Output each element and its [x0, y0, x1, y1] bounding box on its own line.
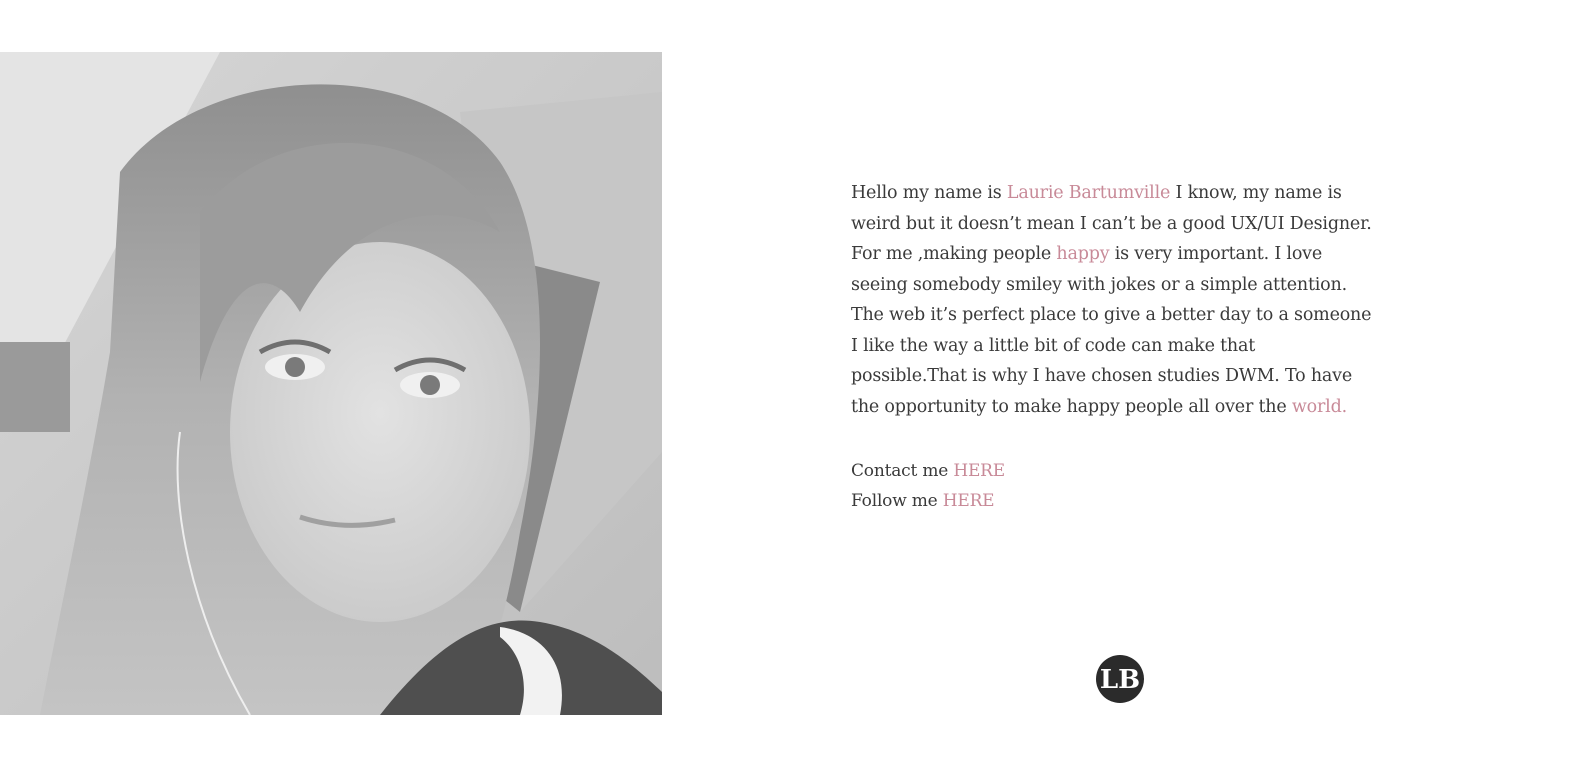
lb-monogram-logo[interactable]: LB [1096, 655, 1144, 703]
bio-line-8: the opportunity to make happy people all… [851, 392, 1386, 423]
bio-text: Hello my name is Laurie Bartumville I kn… [851, 178, 1386, 422]
portrait-photo [0, 52, 662, 715]
author-name: Laurie Bartumville [1006, 183, 1171, 203]
contact-label: Contact me [851, 461, 954, 481]
bio-line-3: For me ,making people happy is very impo… [851, 239, 1386, 270]
bio-line-2: weird but it doesn’t mean I can’t be a g… [851, 213, 1372, 234]
bio-line-5: The web it’s perfect place to give a bet… [851, 305, 1372, 325]
bio-line-4: seeing somebody smiley with jokes or a s… [851, 274, 1347, 295]
logo-text: LB [1100, 665, 1140, 695]
bio-line-3-post: is very important. I love [1109, 244, 1323, 264]
bio-line-3-pre: For me ,making people [851, 244, 1057, 264]
bio-line-8-pre: the opportunity to make happy people all… [851, 396, 1292, 417]
follow-link[interactable]: HERE [943, 491, 995, 511]
bio-line-1-pre: Hello my name is [851, 183, 1007, 203]
follow-row: Follow me HERE [851, 486, 1005, 516]
bio-line-6: I like the way a little bit of code can … [851, 335, 1256, 356]
lb-logo-icon: LB [1096, 655, 1144, 703]
bio-line-1-post: I know, my name is [1170, 183, 1342, 203]
contact-row: Contact me HERE [851, 456, 1005, 486]
contact-links: Contact me HERE Follow me HERE [851, 456, 1005, 516]
contact-link[interactable]: HERE [953, 461, 1005, 481]
bio-paragraph: Hello my name is Laurie Bartumville I kn… [851, 178, 1386, 422]
world-highlight: world. [1291, 396, 1347, 417]
portrait-photo-graphic [0, 52, 662, 715]
happy-highlight: happy [1056, 244, 1110, 264]
bio-line-1: Hello my name is Laurie Bartumville I kn… [851, 178, 1386, 209]
bio-line-7: possible.That is why I have chosen studi… [851, 366, 1352, 386]
follow-label: Follow me [851, 491, 943, 511]
